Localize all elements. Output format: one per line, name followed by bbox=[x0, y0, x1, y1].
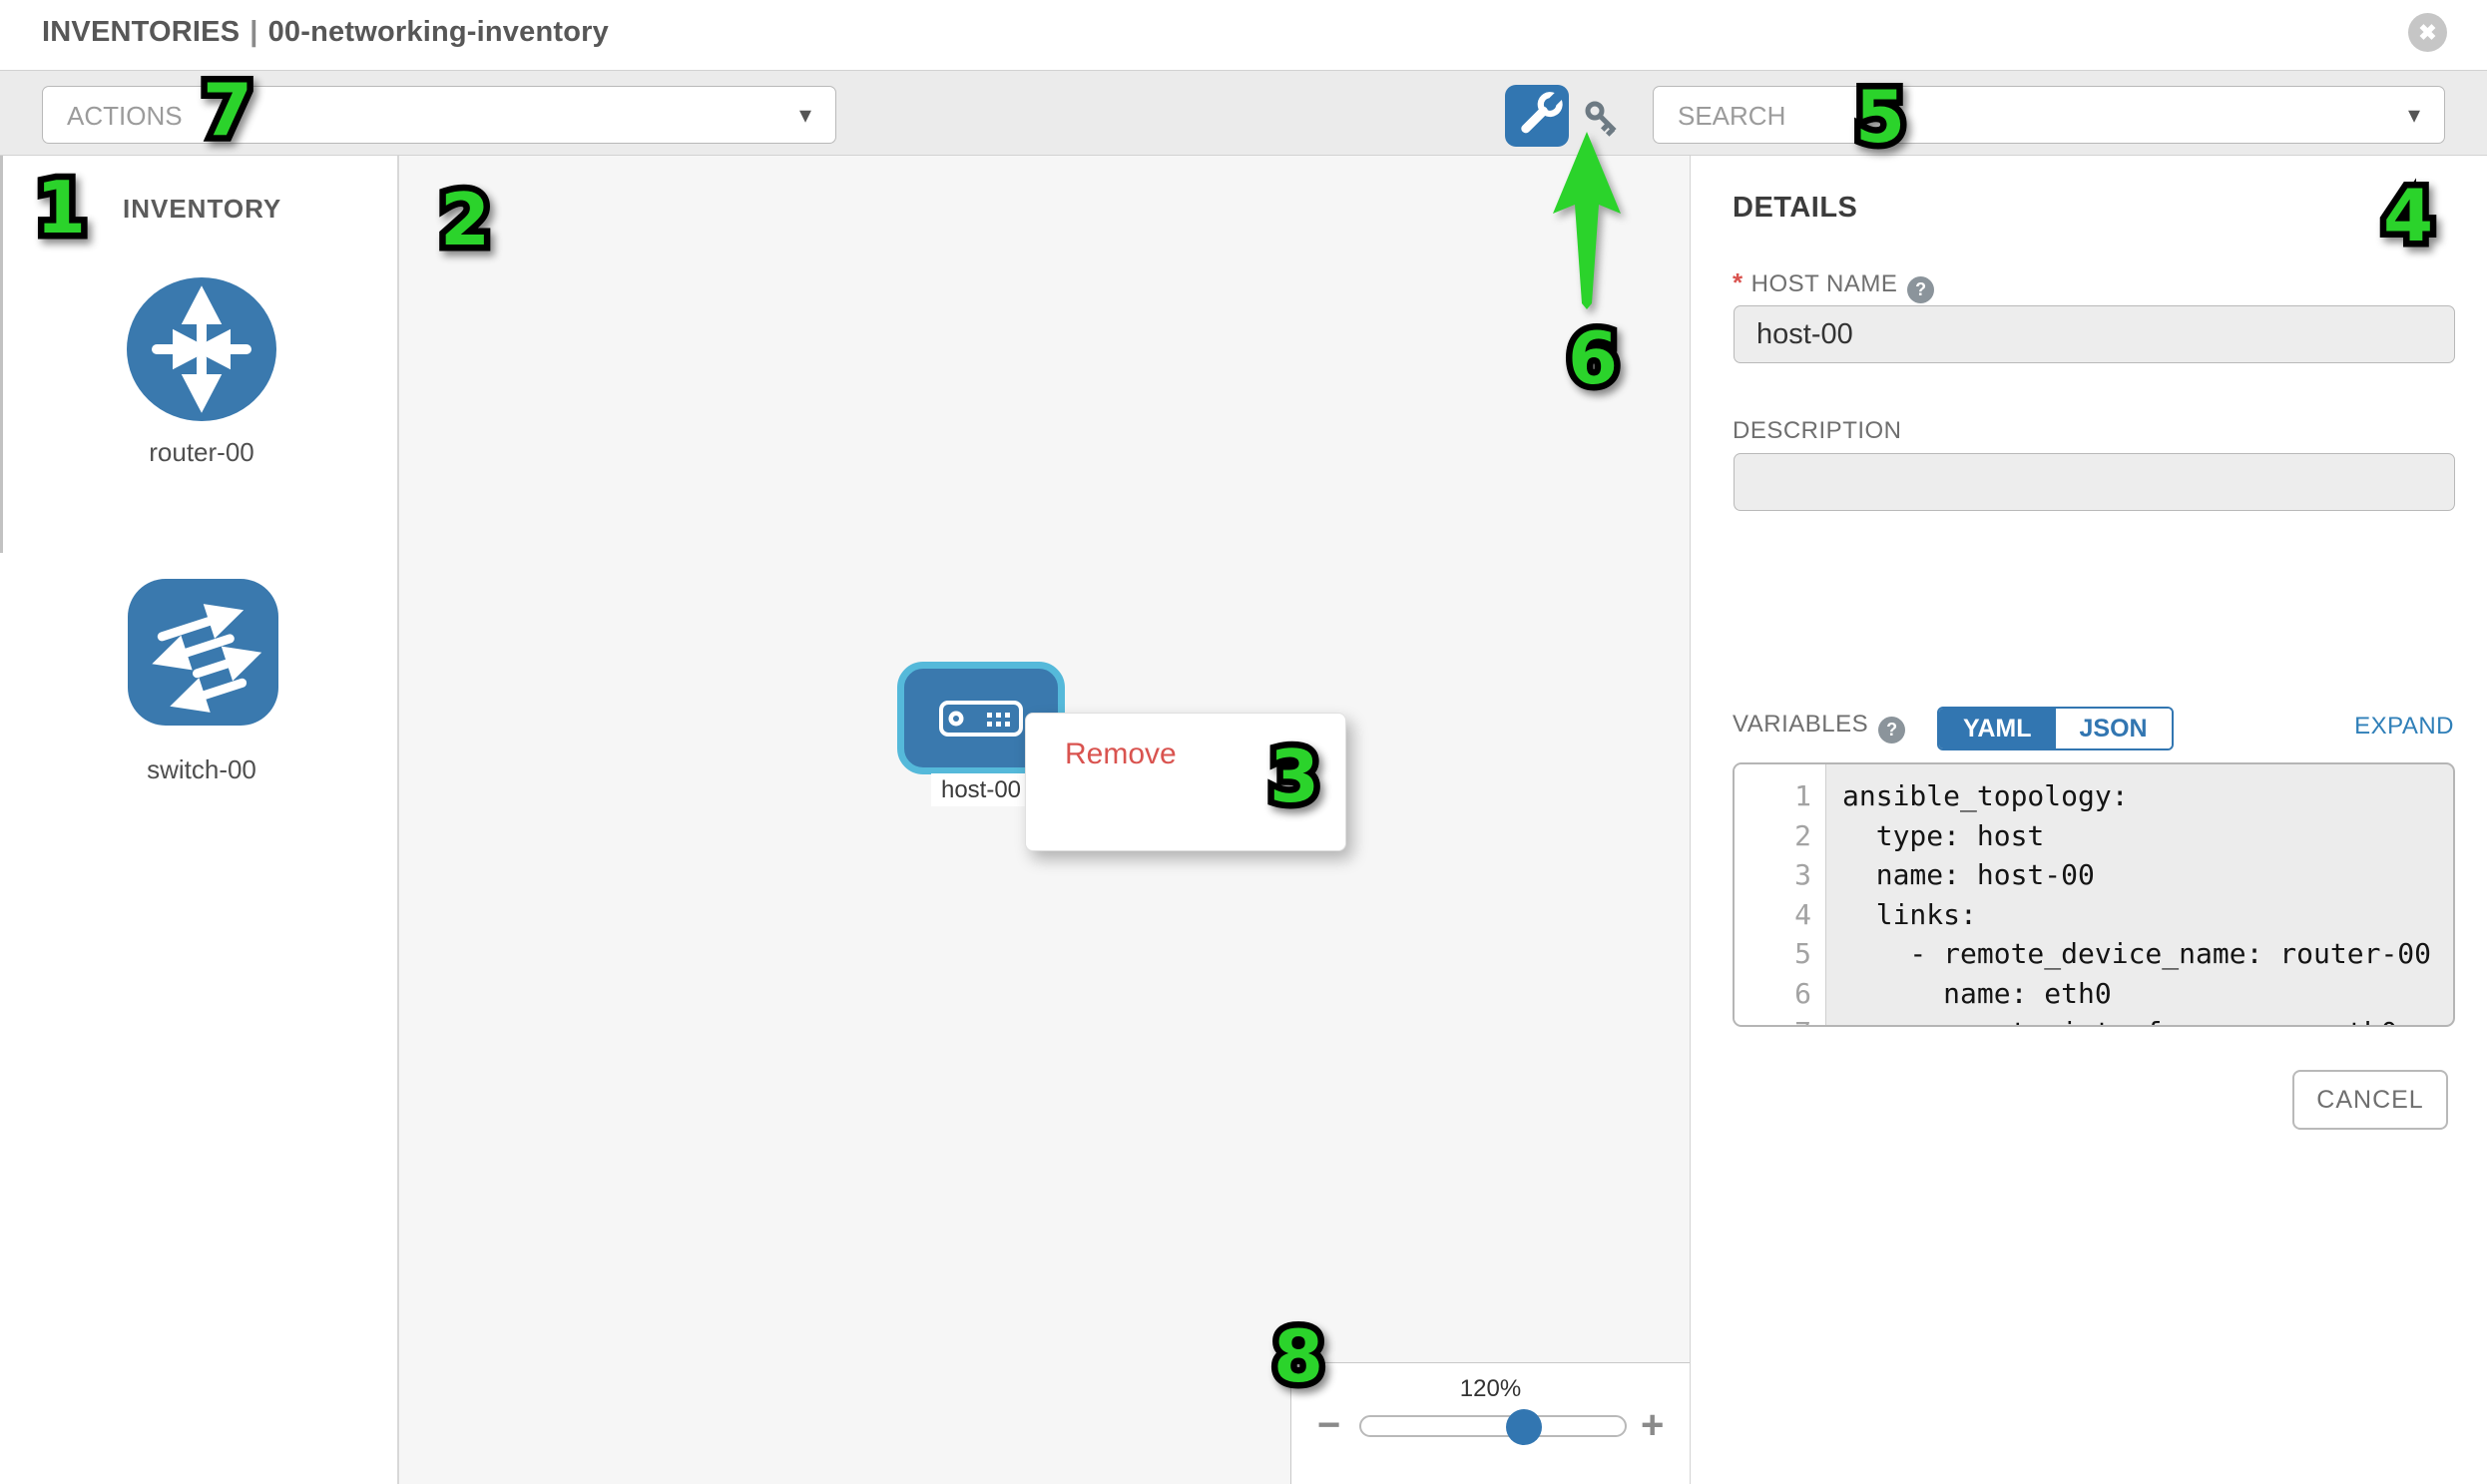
json-toggle-button[interactable]: JSON bbox=[2056, 709, 2172, 748]
code-line: ansible_topology: bbox=[1842, 776, 2453, 816]
zoom-level-label: 120% bbox=[1291, 1375, 1690, 1403]
line-number: 6 bbox=[1735, 974, 1825, 1014]
chevron-down-icon: ▾ bbox=[2408, 101, 2420, 130]
router-icon[interactable] bbox=[127, 274, 276, 424]
zoom-panel: 120% − + bbox=[1290, 1362, 1690, 1484]
line-number: 5 bbox=[1735, 934, 1825, 974]
cancel-button[interactable]: CANCEL bbox=[2292, 1070, 2448, 1130]
toolbar: ACTIONS ▾ SEARCH ▾ bbox=[0, 70, 2487, 156]
line-number: 7 bbox=[1735, 1013, 1825, 1027]
details-panel-title: DETAILS bbox=[1733, 192, 1857, 225]
switch-icon[interactable] bbox=[128, 579, 278, 726]
details-panel: DETAILS * HOST NAME? DESCRIPTION VARIABLE… bbox=[1692, 156, 2487, 1484]
description-input[interactable] bbox=[1734, 453, 2455, 511]
help-icon[interactable]: ? bbox=[1878, 717, 1905, 743]
node-label: host-00 bbox=[931, 773, 1031, 806]
inventory-title: INVENTORY bbox=[123, 194, 281, 225]
code-line: remote_interface_name: eth0 bbox=[1842, 1013, 2453, 1027]
variables-label: VARIABLES bbox=[1733, 711, 1868, 738]
breadcrumb-separator: | bbox=[240, 16, 267, 48]
variables-format-toggle: YAML JSON bbox=[1937, 707, 2174, 750]
yaml-toggle-button[interactable]: YAML bbox=[1939, 709, 2056, 748]
zoom-out-button[interactable]: − bbox=[1317, 1403, 1340, 1448]
actions-dropdown-label: ACTIONS bbox=[67, 101, 183, 132]
context-menu: Details Remove bbox=[1025, 713, 1346, 851]
palette-item-label: switch-00 bbox=[72, 754, 331, 785]
line-number: 3 bbox=[1735, 855, 1825, 895]
code-line: name: host-00 bbox=[1842, 855, 2453, 895]
palette-item-label: router-00 bbox=[72, 437, 331, 468]
title-bar: INVENTORIES|00-networking-inventory ✖ bbox=[0, 0, 2487, 70]
line-number: 4 bbox=[1735, 895, 1825, 935]
close-icon: ✖ bbox=[2418, 20, 2436, 45]
zoom-in-button[interactable]: + bbox=[1641, 1403, 1664, 1448]
code-line: links: bbox=[1842, 895, 2453, 935]
variables-editor[interactable]: 1 2 3 4 5 6 7 ansible_topology: type: ho… bbox=[1733, 762, 2455, 1027]
tools-button[interactable] bbox=[1505, 85, 1569, 147]
app-window: INVENTORIES|00-networking-inventory ✖ AC… bbox=[0, 0, 2487, 1484]
actions-dropdown[interactable]: ACTIONS ▾ bbox=[42, 86, 836, 144]
host-icon bbox=[939, 701, 1023, 737]
zoom-slider-track[interactable] bbox=[1359, 1415, 1627, 1437]
breadcrumb-item: 00-networking-inventory bbox=[268, 16, 609, 48]
code-line: - remote_device_name: router-00 bbox=[1842, 934, 2453, 974]
variables-row: VARIABLES? YAML JSON EXPAND bbox=[1733, 711, 2454, 756]
wrench-icon bbox=[1505, 85, 1567, 145]
description-label: DESCRIPTION bbox=[1733, 417, 1902, 445]
editor-line-numbers: 1 2 3 4 5 6 7 bbox=[1735, 764, 1826, 1025]
search-dropdown-label: SEARCH bbox=[1678, 101, 1785, 132]
host-name-label-row: * HOST NAME? bbox=[1733, 267, 1934, 303]
host-name-input[interactable] bbox=[1734, 305, 2455, 363]
host-name-label: HOST NAME bbox=[1751, 270, 1898, 297]
chevron-down-icon: ▾ bbox=[799, 101, 811, 130]
code-line: type: host bbox=[1842, 816, 2453, 856]
topology-canvas[interactable]: host-00 Details Remove 120% − + bbox=[399, 156, 1691, 1484]
expand-link[interactable]: EXPAND bbox=[2354, 713, 2454, 741]
line-number: 2 bbox=[1735, 816, 1825, 856]
editor-code-area[interactable]: ansible_topology: type: host name: host-… bbox=[1826, 764, 2453, 1025]
context-menu-item-remove[interactable]: Remove bbox=[1065, 730, 1345, 783]
inventory-sidebar: INVENTORY router-00 switch-00 bbox=[0, 156, 399, 1484]
breadcrumb-section: INVENTORIES bbox=[42, 16, 240, 48]
key-button[interactable] bbox=[1579, 95, 1631, 145]
help-icon[interactable]: ? bbox=[1907, 276, 1934, 303]
code-line: name: eth0 bbox=[1842, 974, 2453, 1014]
close-button[interactable]: ✖ bbox=[2408, 13, 2447, 52]
search-dropdown[interactable]: SEARCH ▾ bbox=[1653, 86, 2445, 144]
key-icon bbox=[1579, 95, 1631, 145]
line-number: 1 bbox=[1735, 776, 1825, 816]
zoom-slider-knob[interactable] bbox=[1506, 1409, 1542, 1445]
required-asterisk: * bbox=[1733, 267, 1743, 297]
page-title: INVENTORIES|00-networking-inventory bbox=[42, 16, 609, 49]
